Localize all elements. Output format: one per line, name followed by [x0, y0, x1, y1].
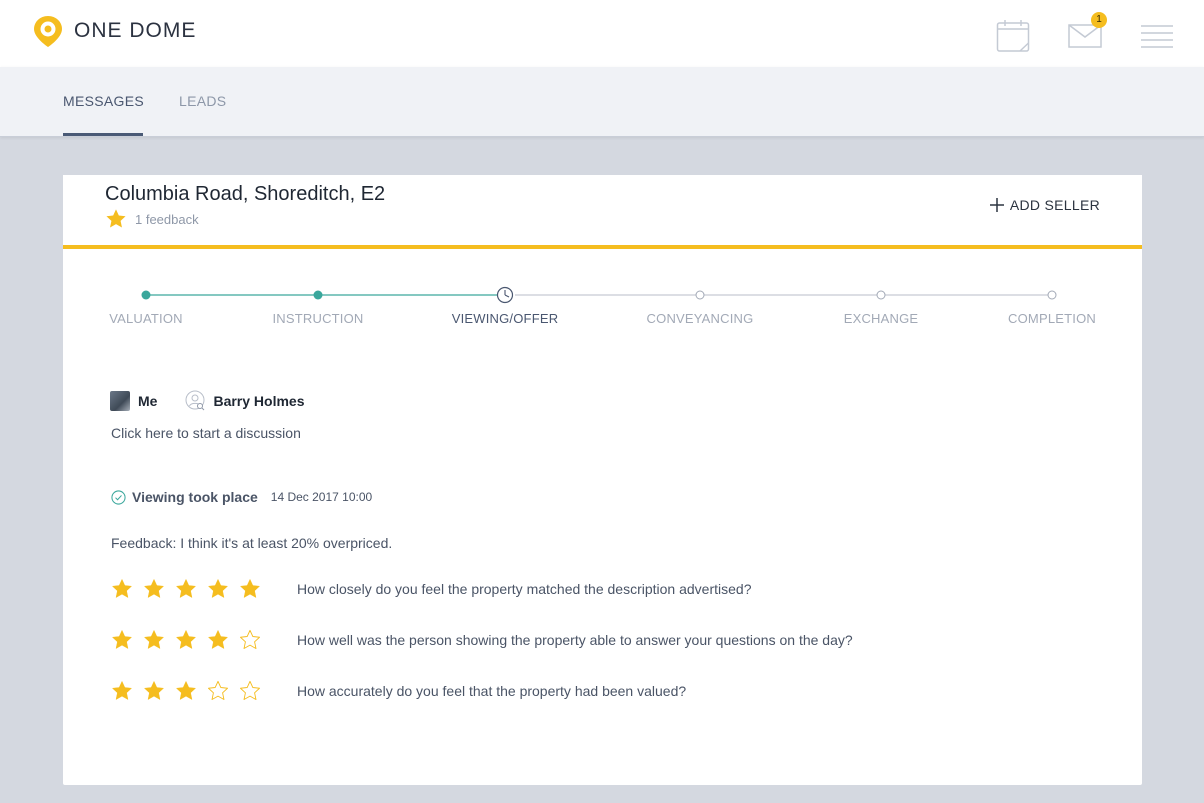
add-seller-button[interactable]: ADD SELLER [989, 197, 1100, 213]
step-label-exchange: EXCHANGE [843, 311, 919, 326]
star-rating [111, 578, 297, 600]
feedback-summary: 1 feedback [105, 208, 199, 230]
star-filled-icon [112, 630, 132, 649]
star-filled-icon [208, 579, 228, 598]
clock-icon [496, 286, 514, 304]
star-icon [106, 209, 126, 228]
rating-row: How closely do you feel the property mat… [111, 578, 751, 600]
star-filled-icon [144, 681, 164, 700]
step-dot-conveyancing [695, 290, 705, 300]
location-pin-icon [34, 16, 62, 47]
star-filled-icon [144, 579, 164, 598]
progress-tracker: VALUATION INSTRUCTION VIEWING/OFFER CONV… [63, 285, 1142, 335]
step-dot-valuation [141, 290, 151, 300]
avatar [110, 391, 130, 411]
viewing-title: Viewing took place [132, 489, 258, 505]
plus-icon [989, 198, 1004, 212]
star-empty-icon [240, 680, 260, 700]
user-search-icon [185, 390, 205, 411]
start-discussion-link[interactable]: Click here to start a discussion [111, 425, 301, 441]
star-empty-icon [208, 680, 228, 700]
step-label-completion: COMPLETION [1008, 311, 1096, 326]
add-seller-label: ADD SELLER [1009, 197, 1100, 213]
star-rating [111, 680, 297, 702]
star-filled-icon [208, 630, 228, 649]
step-label-valuation: VALUATION [109, 311, 183, 326]
step-dot-instruction [313, 290, 323, 300]
card-accent-bar [63, 245, 1142, 249]
star-filled-icon [176, 681, 196, 700]
card-header: Columbia Road, Shoreditch, E2 1 feedback… [63, 175, 1142, 245]
property-title: Columbia Road, Shoreditch, E2 [105, 183, 386, 205]
step-dot-completion [1047, 290, 1057, 300]
rating-row: How accurately do you feel that the prop… [111, 680, 686, 702]
participant-me[interactable]: Me [138, 393, 157, 409]
step-label-instruction: INSTRUCTION [272, 311, 364, 326]
brand-name: ONE DOME [74, 19, 197, 42]
viewing-status: Viewing took place 14 Dec 2017 10:00 [111, 489, 372, 505]
rating-question: How accurately do you feel that the prop… [297, 683, 687, 699]
rating-row: How well was the person showing the prop… [111, 629, 853, 651]
star-filled-icon [176, 579, 196, 598]
tab-leads[interactable]: LEADS [179, 93, 226, 109]
progress-line [141, 286, 1057, 304]
star-filled-icon [112, 681, 132, 700]
step-label-conveyancing: CONVEYANCING [646, 311, 754, 326]
rating-question: How well was the person showing the prop… [297, 632, 853, 648]
star-filled-icon [240, 579, 260, 598]
feedback-count: 1 feedback [135, 211, 199, 227]
star-empty-icon [240, 629, 260, 649]
star-filled-icon [144, 630, 164, 649]
tabs-bar: MESSAGES LEADS [0, 67, 1204, 137]
active-tab-indicator [63, 133, 143, 136]
top-bar: ONE DOME 1 [0, 0, 1204, 67]
step-label-viewing-offer: VIEWING/OFFER [451, 311, 559, 326]
star-filled-icon [112, 579, 132, 598]
mail-badge: 1 [1091, 12, 1107, 28]
rating-question: How closely do you feel the property mat… [297, 581, 752, 597]
check-circle-icon [111, 489, 126, 505]
star-rating [111, 629, 297, 651]
step-dot-exchange [876, 290, 886, 300]
participant-barry-holmes[interactable]: Barry Holmes [213, 393, 304, 409]
logo[interactable]: ONE DOME [31, 14, 196, 48]
star-filled-icon [176, 630, 196, 649]
participants: Me Barry Holmes [110, 390, 305, 412]
property-card: Columbia Road, Shoreditch, E2 1 feedback… [63, 175, 1142, 785]
menu-icon[interactable] [1140, 24, 1174, 50]
tab-messages[interactable]: MESSAGES [63, 93, 144, 109]
calendar-icon[interactable] [996, 19, 1030, 53]
viewing-date: 14 Dec 2017 10:00 [270, 490, 373, 504]
feedback-text: Feedback: I think it's at least 20% over… [111, 535, 393, 551]
